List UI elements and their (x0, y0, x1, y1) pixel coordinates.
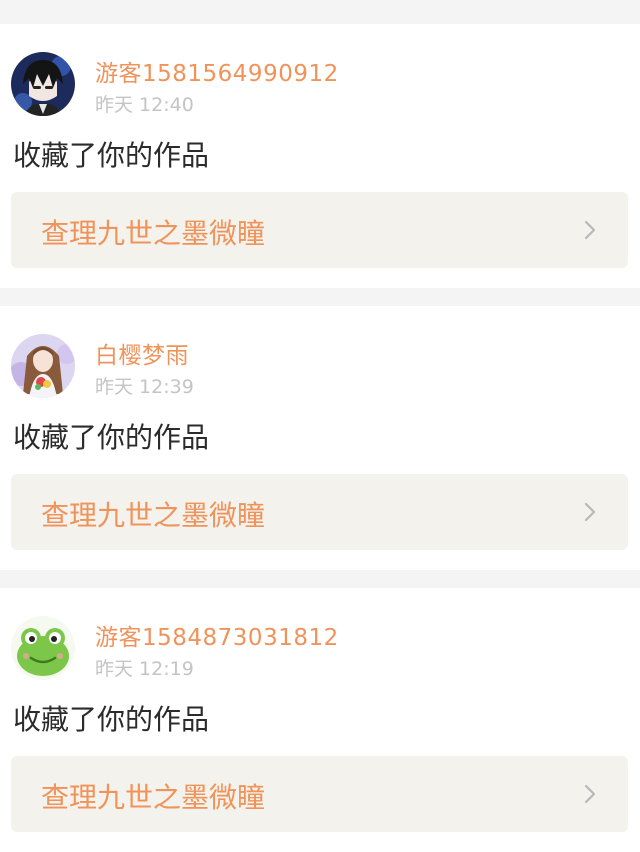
notification-card: 游客1581564990912 昨天 12:40 收藏了你的作品 查理九世之墨微… (0, 24, 640, 288)
work-title: 查理九世之墨微瞳 (41, 781, 266, 814)
user-avatar[interactable] (11, 52, 75, 116)
user-avatar[interactable] (11, 334, 75, 398)
chevron-right-icon (578, 500, 602, 524)
work-title: 查理九世之墨微瞳 (41, 217, 266, 250)
timestamp: 昨天 12:39 (95, 376, 194, 398)
username[interactable]: 白樱梦雨 (95, 336, 189, 370)
action-text: 收藏了你的作品 (13, 421, 210, 454)
work-link[interactable]: 查理九世之墨微瞳 (11, 474, 628, 550)
timestamp: 昨天 12:19 (95, 658, 194, 680)
chevron-right-icon (578, 782, 602, 806)
notification-card: 游客1584873031812 昨天 12:19 收藏了你的作品 查理九世之墨微… (0, 588, 640, 852)
anime-boy-avatar-icon (11, 52, 75, 116)
timestamp: 昨天 12:40 (95, 94, 194, 116)
user-avatar[interactable] (11, 616, 75, 680)
chevron-right-icon (578, 218, 602, 242)
work-link[interactable]: 查理九世之墨微瞳 (11, 756, 628, 832)
notification-card: 白樱梦雨 昨天 12:39 收藏了你的作品 查理九世之墨微瞳 (0, 306, 640, 570)
notification-feed: 游客1581564990912 昨天 12:40 收藏了你的作品 查理九世之墨微… (0, 0, 640, 852)
work-link[interactable]: 查理九世之墨微瞳 (11, 192, 628, 268)
action-text: 收藏了你的作品 (13, 703, 210, 736)
action-text: 收藏了你的作品 (13, 139, 210, 172)
anime-girl-avatar-icon (11, 334, 75, 398)
green-frog-avatar-icon (11, 616, 75, 680)
work-title: 查理九世之墨微瞳 (41, 499, 266, 532)
username[interactable]: 游客1581564990912 (95, 54, 339, 88)
username[interactable]: 游客1584873031812 (95, 618, 339, 652)
